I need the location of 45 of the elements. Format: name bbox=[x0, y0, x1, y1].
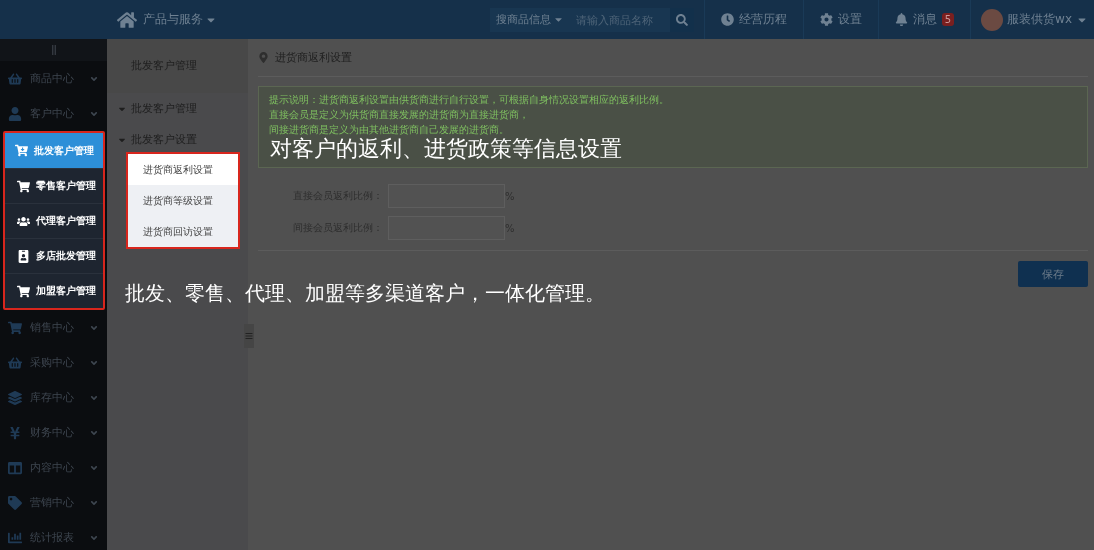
sidebar-item[interactable]: 统计报表 bbox=[0, 520, 107, 550]
bar-chart-icon bbox=[8, 530, 22, 545]
sidebar-subitem[interactable]: 加盟客户管理 bbox=[5, 273, 103, 308]
basket-icon bbox=[8, 355, 22, 370]
avatar-circle bbox=[981, 8, 1004, 31]
home-icon[interactable] bbox=[117, 9, 137, 30]
yen-icon bbox=[8, 425, 22, 440]
hint-text: 间接进货商是定义为由其他进货商自己发展的进货商。 bbox=[269, 123, 510, 136]
count-badge: 5 bbox=[941, 13, 955, 26]
sidebar-subitem[interactable]: 零售客户管理 bbox=[5, 168, 103, 203]
products-menu[interactable]: 产品与服务 bbox=[143, 11, 217, 28]
hint-text: 直接会员是定义为供货商直接发展的进货商为直接进货商， bbox=[269, 108, 530, 121]
tag-icon bbox=[8, 495, 22, 510]
search-icon bbox=[675, 13, 688, 26]
submenu-item[interactable]: 进货商返利设置 bbox=[128, 154, 238, 185]
unit-label: % bbox=[505, 222, 515, 234]
cart-icon bbox=[17, 179, 30, 193]
unit-label: % bbox=[505, 190, 515, 202]
basket-icon bbox=[8, 71, 22, 86]
search-scope-dropdown[interactable]: 搜商品信息 bbox=[489, 7, 570, 32]
cart-icon bbox=[15, 144, 28, 157]
columns-icon bbox=[8, 460, 22, 475]
annotation-text: 对客户的返利、进货政策等信息设置 bbox=[270, 135, 622, 163]
bell-icon bbox=[894, 13, 908, 26]
save-button[interactable]: 保存 bbox=[1018, 261, 1088, 287]
sidebar-subitem[interactable]: 多店批发管理 bbox=[5, 238, 103, 273]
person-icon bbox=[8, 106, 22, 121]
clock-icon bbox=[720, 13, 734, 26]
id-badge-icon bbox=[17, 249, 30, 263]
menu-icon bbox=[245, 332, 253, 340]
collapse-handle[interactable] bbox=[244, 324, 254, 348]
messages-link[interactable]: 消息 5 bbox=[877, 0, 971, 39]
layers-icon bbox=[8, 390, 22, 405]
pin-icon bbox=[258, 52, 269, 63]
settings-icon bbox=[819, 13, 833, 26]
cart-icon bbox=[8, 320, 22, 335]
user-menu[interactable]: 服装供货wx bbox=[970, 0, 1094, 39]
people-icon bbox=[17, 214, 30, 228]
annotation-text: 批发、零售、代理、加盟等多渠道客户，一体化管理。 bbox=[125, 280, 605, 307]
cart-icon bbox=[17, 284, 30, 298]
sidebar-subitem[interactable]: 批发客户管理 bbox=[5, 133, 103, 168]
hint-text: 提示说明：进货商返利设置由供货商进行自行设置，可根据自身情况设置相应的返利比例。 bbox=[269, 93, 670, 106]
settings-link[interactable]: 设置 bbox=[802, 0, 878, 39]
sidebar-subitem[interactable]: 代理客户管理 bbox=[5, 203, 103, 238]
history-link[interactable]: 经营历程 bbox=[703, 0, 803, 39]
